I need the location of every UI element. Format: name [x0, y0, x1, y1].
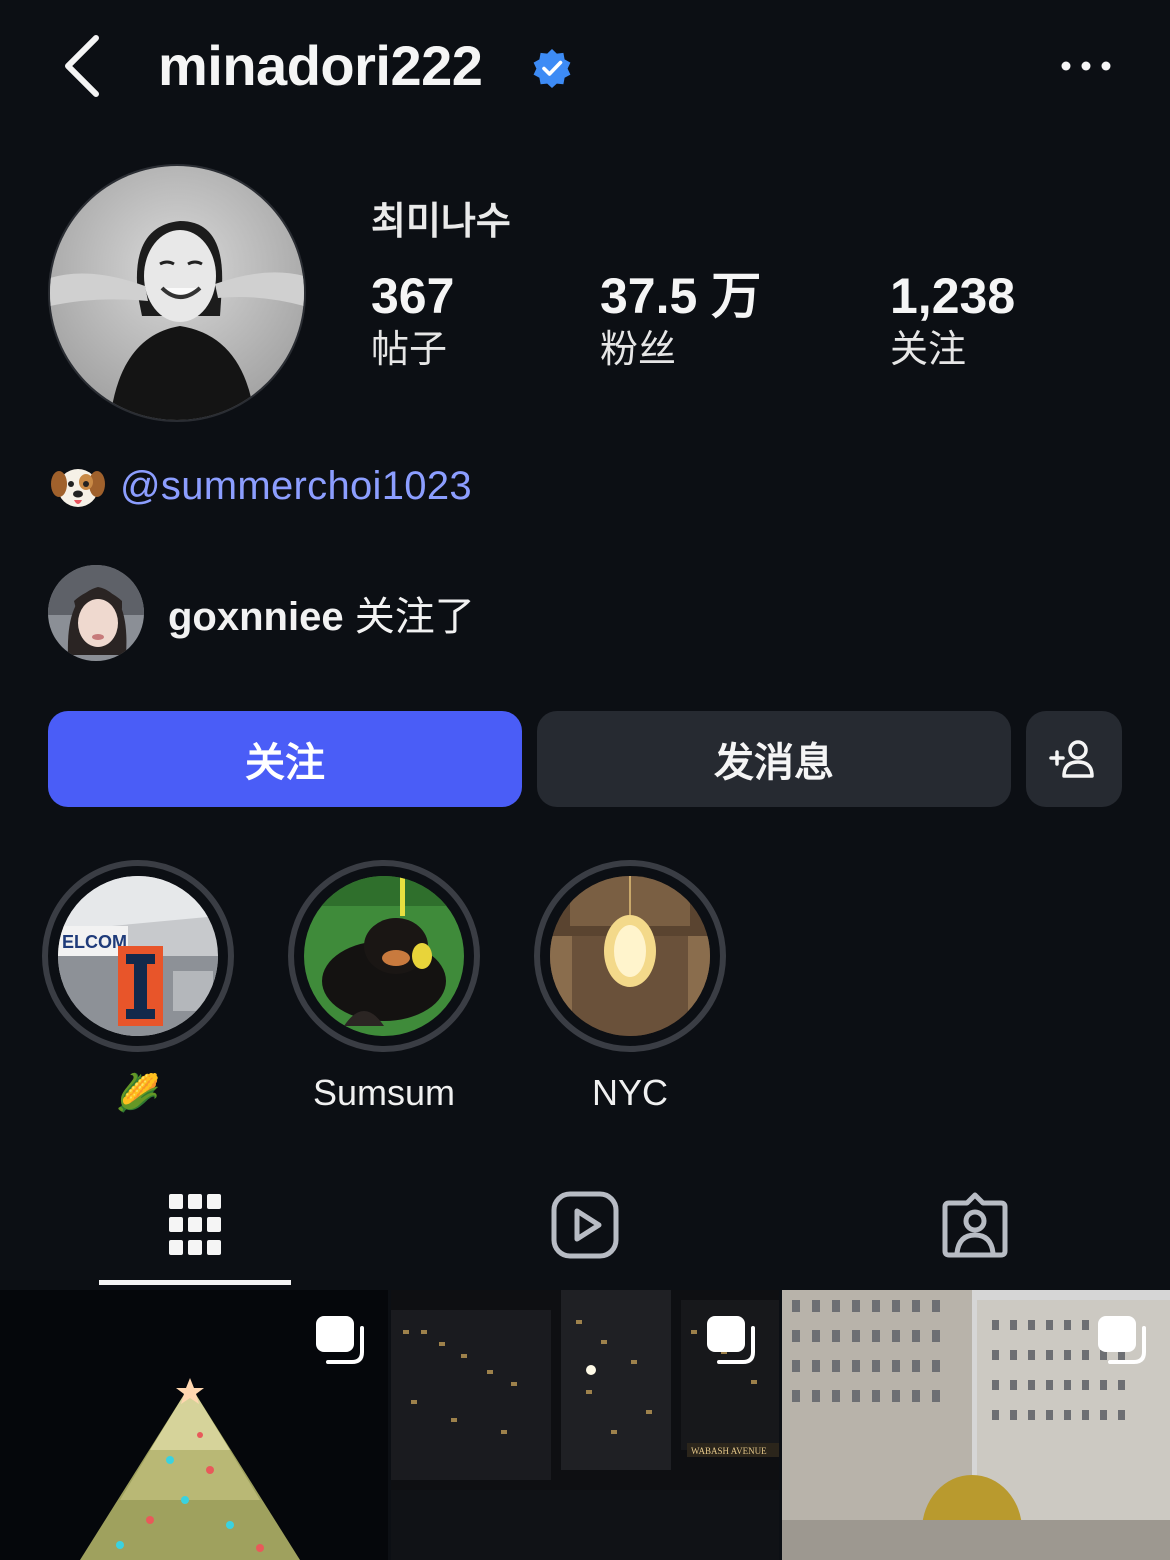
tab-tagged[interactable]: [879, 1180, 1071, 1270]
back-button[interactable]: [58, 30, 118, 102]
highlight-label: Sumsum: [312, 1072, 456, 1113]
posts-count: 367: [371, 268, 455, 324]
carousel-icon: [316, 1316, 364, 1364]
highlight-cover-chandelier: [550, 876, 710, 1036]
highlight-sumsum[interactable]: Sumsum: [288, 860, 480, 1118]
tagged-person-icon: [942, 1192, 1008, 1258]
highlight-label: 🌽: [115, 1072, 161, 1113]
active-tab-indicator: [99, 1280, 291, 1285]
highlight-ring: ELCOM: [42, 860, 234, 1052]
following-count: 1,238: [890, 268, 1016, 324]
profile-avatar[interactable]: [48, 164, 306, 422]
message-button[interactable]: 发消息: [537, 711, 1011, 807]
add-person-icon: [1049, 740, 1094, 778]
header: minadori222: [0, 0, 1170, 135]
avatar-photo: [50, 166, 304, 420]
post-buildings[interactable]: [782, 1290, 1170, 1560]
follow-button[interactable]: 关注: [48, 711, 522, 807]
highlight-cover-dog: [304, 876, 464, 1036]
suggest-accounts-button[interactable]: [1026, 711, 1122, 807]
highlight-nyc[interactable]: NYC: [534, 860, 726, 1118]
bio: @summerchoi1023: [50, 458, 472, 514]
post-christmas-tree[interactable]: [0, 1290, 388, 1560]
grid-icon: [169, 1194, 221, 1255]
tab-posts[interactable]: [99, 1180, 291, 1270]
stat-following[interactable]: 1,238 关注: [890, 268, 1015, 376]
stat-followers[interactable]: 37.5 万 粉丝: [600, 268, 761, 376]
post-night-city[interactable]: WABASH AVENUE: [391, 1290, 779, 1560]
followers-count: 37.5 万: [600, 268, 762, 324]
svg-text:ELCOM: ELCOM: [62, 932, 127, 952]
reels-play-icon: [551, 1191, 619, 1259]
street-sign-text: WABASH AVENUE: [691, 1446, 767, 1456]
bio-mention-link[interactable]: @summerchoi1023: [120, 464, 472, 509]
tab-reels[interactable]: [489, 1180, 681, 1270]
followed-by-text: goxnniee 关注了: [168, 584, 475, 642]
highlight-corn[interactable]: ELCOM 🌽: [42, 860, 234, 1118]
verified-badge-icon: [533, 49, 571, 88]
highlight-ring: [534, 860, 726, 1052]
stat-posts[interactable]: 367 帖子: [371, 268, 454, 376]
highlight-cover-welcome: ELCOM: [58, 876, 218, 1036]
dog-face-emoji-icon: [51, 469, 105, 507]
followers-label: 粉丝: [600, 329, 677, 371]
profile-page: minadori222 최미나수 367 帖子 37.5 万 粉丝 1,238 …: [0, 0, 1170, 1560]
highlight-ring: [288, 860, 480, 1052]
followed-by-suffix: 关注了: [354, 595, 475, 639]
followed-by[interactable]: goxnniee 关注了: [48, 565, 475, 661]
highlight-label: NYC: [591, 1072, 668, 1113]
following-label: 关注: [890, 329, 967, 371]
carousel-icon: [1098, 1316, 1146, 1364]
chevron-left-icon: [65, 35, 99, 97]
display-name: 최미나수: [371, 201, 511, 243]
more-horizontal-icon: [1061, 61, 1111, 71]
posts-label: 帖子: [371, 329, 448, 371]
followed-by-username: goxnniee: [168, 595, 344, 639]
followed-by-avatar: [48, 565, 144, 661]
more-options-button[interactable]: [1058, 50, 1114, 82]
profile-username: minadori222: [158, 34, 483, 97]
carousel-icon: [707, 1316, 755, 1364]
